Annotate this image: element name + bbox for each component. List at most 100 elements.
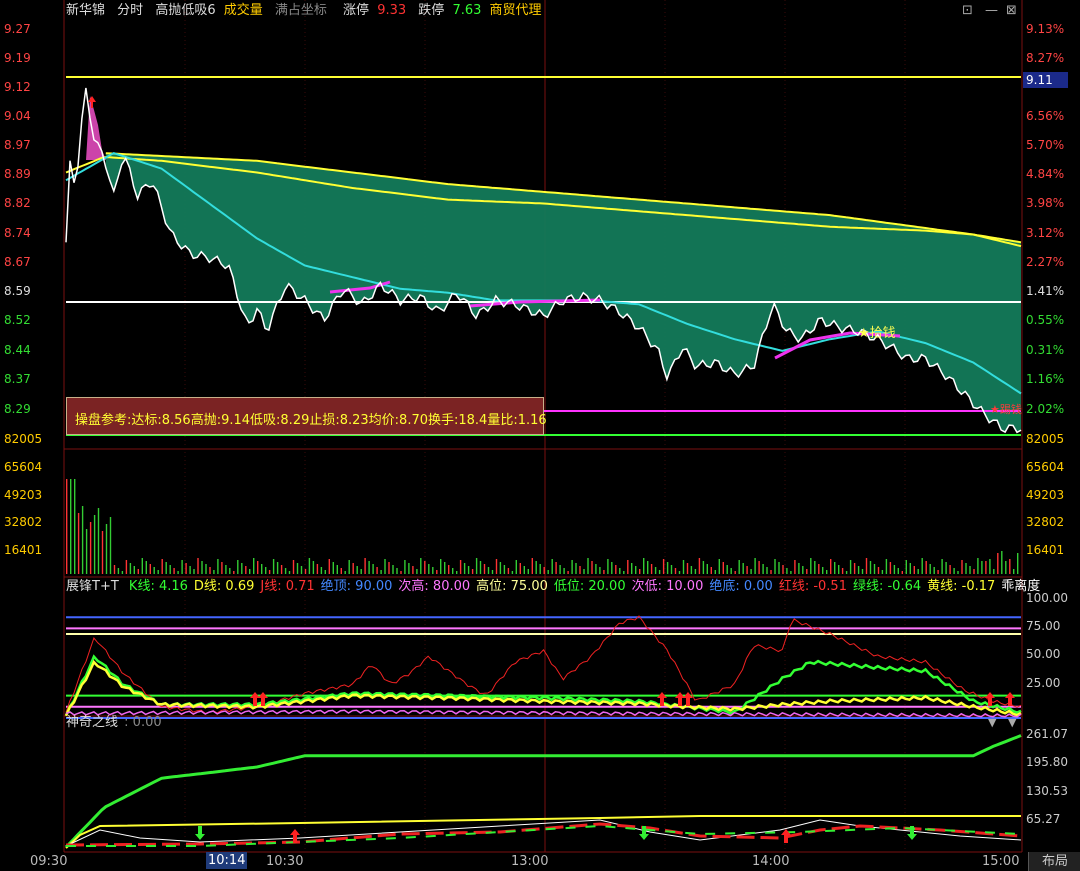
volume-bar: [261, 564, 263, 574]
price-label: 9.04: [4, 109, 31, 123]
volume-bar: [487, 567, 490, 574]
volume-toggle[interactable]: 成交量: [224, 3, 263, 18]
volume-bar: [746, 566, 748, 574]
volume-bar: [849, 560, 852, 574]
volume-label: 32802: [1026, 515, 1065, 529]
indicator2-axis-label: 65.27: [1026, 812, 1061, 826]
volume-bar: [543, 567, 545, 574]
volume-bar: [1005, 561, 1007, 574]
volume-bar: [774, 559, 776, 574]
full-axis-toggle[interactable]: 满占坐标: [275, 3, 327, 18]
volume-label: 16401: [1026, 543, 1065, 557]
volume-bar: [328, 559, 330, 574]
time-label: 13:00: [511, 854, 549, 869]
volume-bar: [428, 564, 430, 574]
indicator-label[interactable]: 高抛低吸6: [155, 3, 215, 18]
volume-bar: [929, 564, 931, 574]
volume-bar: [197, 558, 199, 574]
volume-bar: [245, 566, 247, 574]
volume-bar: [173, 568, 175, 574]
layout-button[interactable]: 布局: [1028, 852, 1080, 871]
mode-label[interactable]: 分时: [117, 3, 143, 18]
indicator2-name[interactable]: 神奇之线: [66, 715, 118, 730]
pct-label: 6.56%: [1026, 109, 1065, 123]
price-label: 8.74: [4, 226, 31, 240]
volume-bar: [400, 571, 402, 574]
volume-bar: [217, 559, 219, 574]
green-dash-line: [66, 824, 1022, 847]
volume-bar: [503, 565, 506, 574]
volume-bar: [766, 567, 768, 574]
volume-bar: [519, 563, 521, 574]
volume-bar: [511, 571, 514, 574]
volume-bar: [730, 568, 732, 574]
volume-bar: [961, 560, 963, 574]
price-label: 8.82: [4, 196, 31, 210]
volume-bar: [93, 515, 96, 574]
chart-canvas[interactable]: [0, 0, 1080, 871]
volume-bar: [471, 569, 474, 574]
volume-bar: [635, 566, 637, 574]
buy-arrow-icon: [683, 692, 693, 706]
volume-bar: [965, 563, 967, 574]
limit-up-label: 涨停: [343, 3, 370, 18]
volume-bar: [957, 571, 959, 574]
volume-bar: [1017, 553, 1019, 574]
price-label: 8.37: [4, 372, 31, 386]
volume-bar: [654, 567, 657, 574]
pct-label: 2.02%: [1026, 402, 1065, 416]
volume-bar: [881, 570, 884, 574]
volume-bar: [189, 566, 191, 574]
settings-icon[interactable]: ⊡: [962, 4, 973, 18]
pct-label: 8.27%: [1026, 51, 1065, 65]
volume-bar: [893, 565, 896, 574]
volume-bar: [459, 560, 462, 574]
volume-label: 82005: [4, 432, 43, 446]
volume-bar: [949, 565, 951, 574]
volume-bar: [233, 571, 235, 574]
sell-arrow-icon: [195, 826, 205, 840]
volume-bar: [408, 563, 410, 574]
indicator1-axis-label: 50.00: [1026, 647, 1061, 661]
volume-bar: [420, 558, 422, 574]
indicator2-axis-label: 261.07: [1026, 727, 1068, 741]
volume-bar: [404, 560, 406, 574]
volume-bar: [754, 558, 756, 574]
volume-bar: [249, 569, 251, 574]
indicator1-items: K线: 4.16 D线: 0.69 J线: 0.71 绝顶: 90.00 次高: 80.…: [129, 579, 1046, 594]
volume-bar: [973, 569, 975, 574]
price-label: 9.19: [4, 51, 31, 65]
volume-bar: [877, 567, 880, 574]
volume-bar: [539, 564, 541, 574]
volume-bar: [368, 561, 370, 574]
pct-label: 3.98%: [1026, 196, 1065, 210]
volume-bar: [714, 570, 716, 574]
minus-icon[interactable]: —: [985, 4, 998, 18]
volume-bar: [141, 558, 143, 574]
indicator1-item: 次高: 80.00: [398, 579, 471, 594]
stock-name[interactable]: 新华锦: [66, 3, 105, 18]
close-icon[interactable]: ⊠: [1006, 4, 1017, 18]
indicator1-item: 次低: 10.00: [631, 579, 704, 594]
scroll-down-icon[interactable]: ▼: [1008, 716, 1016, 730]
volume-bar: [495, 559, 498, 574]
price-label: 8.67: [4, 255, 31, 269]
volume-bar: [225, 565, 227, 574]
volume-bar: [750, 569, 752, 574]
volume-bar: [288, 571, 291, 574]
volume-bar: [352, 563, 354, 574]
volume-bar: [798, 563, 800, 574]
indicator1-name[interactable]: 展锋T+T: [66, 579, 119, 594]
volume-bar: [869, 561, 872, 574]
time-axis: 09:30 10:30 13:00 14:00 15:00: [0, 852, 1080, 871]
pct-label: 1.16%: [1026, 372, 1065, 386]
indicator1-item: 绝底: 0.00: [709, 579, 773, 594]
volume-bar: [790, 571, 792, 574]
volume-bar: [272, 559, 275, 574]
volume-bar: [607, 559, 609, 574]
volume-bar: [547, 570, 549, 574]
volume-label: 16401: [4, 543, 43, 557]
green-magic-line: [64, 734, 1022, 849]
sector-label[interactable]: 商贸代理: [490, 3, 542, 18]
dropdown-icon[interactable]: ▼: [988, 716, 996, 730]
